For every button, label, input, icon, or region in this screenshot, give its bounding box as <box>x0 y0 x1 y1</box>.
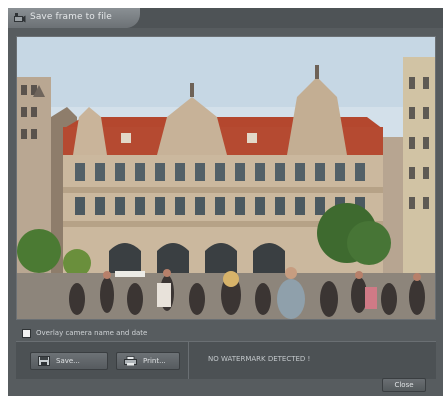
title-tab: Save frame to file <box>8 8 140 28</box>
title-bar: Save frame to file <box>8 8 443 28</box>
save-button-label: Save... <box>56 357 80 365</box>
print-button-label: Print... <box>143 357 166 365</box>
overlay-label: Overlay camera name and date <box>36 329 148 337</box>
actions-panel: Save... Print... NO WATERMARK DETECTED ! <box>16 341 436 379</box>
camera-icon <box>13 12 26 24</box>
print-button[interactable]: Print... <box>116 352 180 370</box>
save-disk-icon <box>38 356 50 366</box>
printer-icon <box>124 356 137 366</box>
overlay-option[interactable]: Overlay camera name and date <box>22 327 147 339</box>
overlay-checkbox[interactable] <box>22 328 31 338</box>
close-button[interactable]: Close <box>382 378 426 392</box>
frame-preview <box>16 36 436 320</box>
frame-image <box>17 37 435 319</box>
button-group: Save... Print... <box>16 342 189 379</box>
save-frame-window: Save frame to file Overlay camera name a… <box>8 8 443 396</box>
watermark-status: NO WATERMARK DETECTED ! <box>208 355 311 363</box>
window-title: Save frame to file <box>30 12 112 22</box>
save-button[interactable]: Save... <box>30 352 108 370</box>
